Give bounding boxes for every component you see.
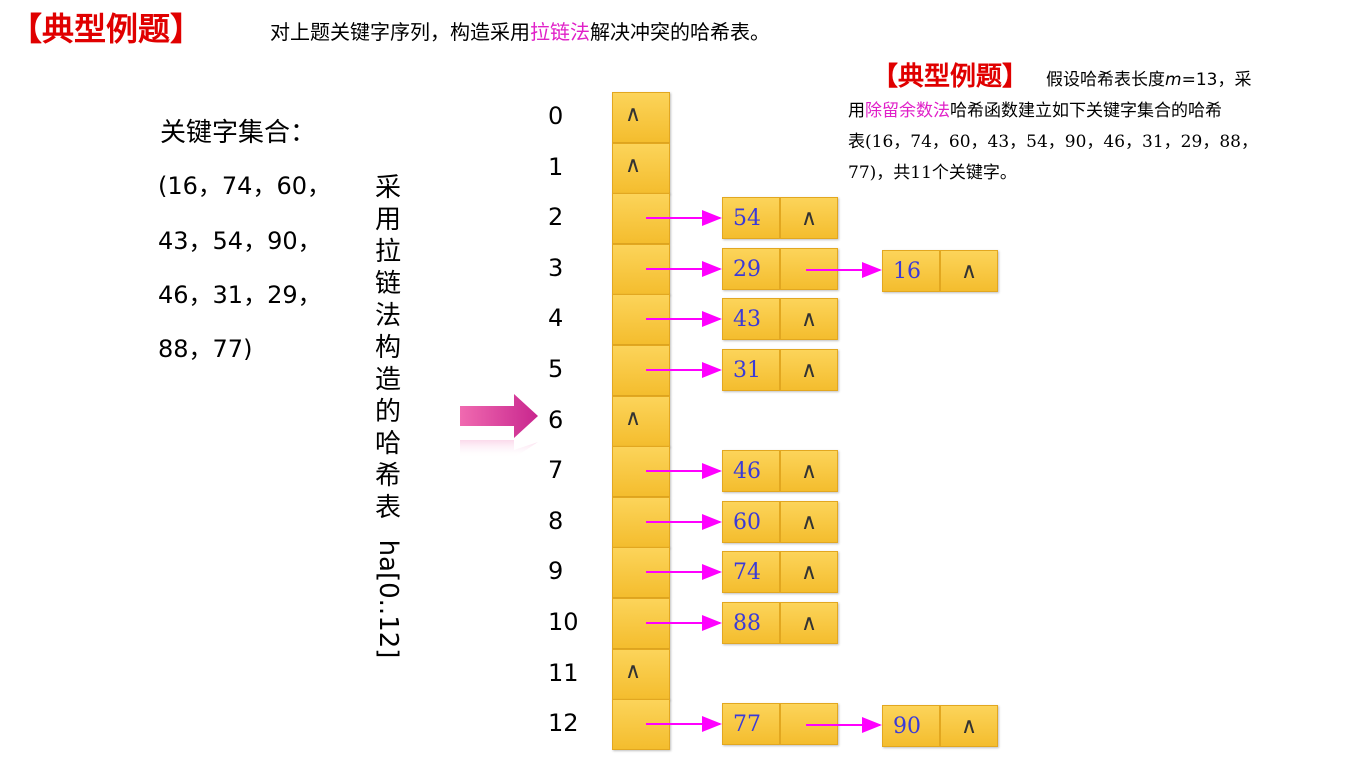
pointer-arrows <box>646 210 882 733</box>
